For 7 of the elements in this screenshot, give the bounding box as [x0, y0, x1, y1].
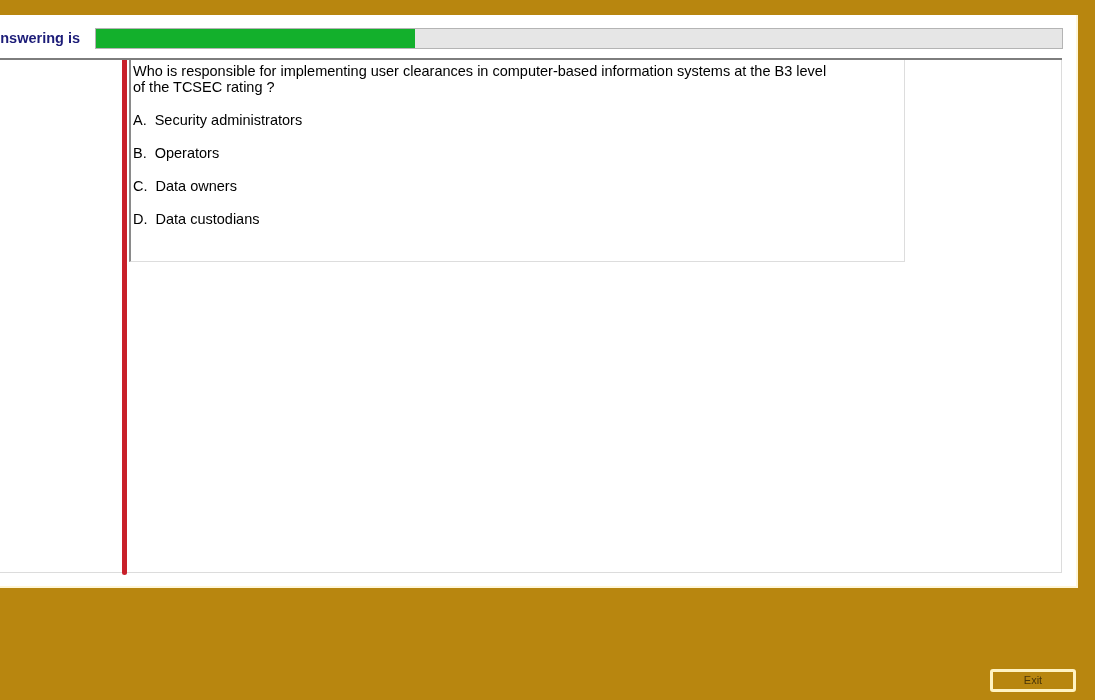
- question-text: Who is responsible for implementing user clearances in computer-based information systems at the B3 level of the TCSEC rating ?: [133, 63, 828, 95]
- answer-option: D. Data custodians: [133, 211, 260, 227]
- answer-option: B. Operators: [133, 145, 220, 161]
- exit-button[interactable]: Exit: [990, 669, 1076, 692]
- progress-label: nswering is: [0, 30, 80, 47]
- answer-option: A. Security administrators: [133, 112, 303, 128]
- answer-option: C. Data owners: [133, 178, 237, 194]
